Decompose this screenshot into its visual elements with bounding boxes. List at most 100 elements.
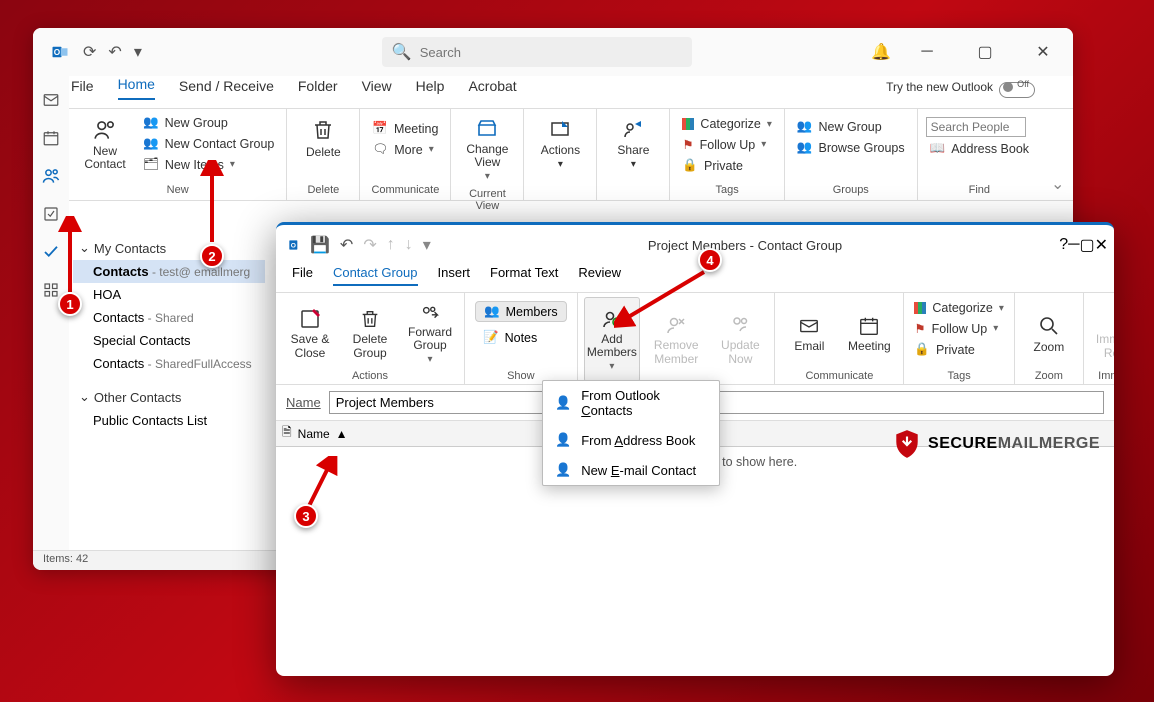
lock-icon: 🔒: [914, 342, 930, 357]
notes-button[interactable]: 📝Notes: [475, 328, 567, 347]
ribbon-collapse-icon[interactable]: ⌄: [1041, 168, 1073, 200]
mail-icon[interactable]: [39, 88, 63, 112]
share-button[interactable]: Share▾: [605, 113, 661, 174]
ribbon-group-groups: 👥New Group 👥Browse Groups Groups: [785, 109, 918, 200]
try-new-toggle[interactable]: Off: [999, 82, 1035, 98]
up-arrow-icon[interactable]: ↑: [387, 236, 395, 254]
tab-acrobat[interactable]: Acrobat: [468, 78, 516, 100]
search-people-input[interactable]: [926, 117, 1026, 137]
sync-icon[interactable]: ⟳: [83, 42, 96, 62]
group-label-delete: Delete: [295, 182, 351, 198]
address-book-button[interactable]: 📖Address Book: [926, 139, 1033, 158]
tasks-flag-icon[interactable]: [39, 202, 63, 226]
delete-group-button[interactable]: Delete Group: [342, 297, 398, 370]
contacts-shared-folder[interactable]: Contacts - Shared: [73, 306, 265, 329]
maximize-button[interactable]: ▢: [963, 37, 1007, 67]
ribbon-group-current-view: Change View Current View: [451, 109, 524, 200]
try-new-outlook: Try the new Outlook Off: [886, 80, 1035, 100]
child-tab-insert[interactable]: Insert: [438, 265, 471, 286]
tab-folder[interactable]: Folder: [298, 78, 338, 100]
new-contact-button[interactable]: New Contact: [77, 113, 133, 175]
other-contacts-header[interactable]: ⌄Other Contacts: [73, 385, 265, 409]
meeting-button[interactable]: Meeting: [841, 297, 897, 370]
notifications-bell-icon[interactable]: 🔔: [871, 42, 891, 62]
undo-icon[interactable]: ↶: [340, 235, 353, 255]
more-icon: 🗨: [372, 142, 388, 157]
remove-member-button[interactable]: Remove Member: [644, 297, 708, 382]
follow-up-button[interactable]: ⚑Follow Up: [678, 135, 775, 154]
follow-up-button[interactable]: ⚑Follow Up: [910, 319, 1007, 338]
new-contact-label: New Contact: [83, 145, 127, 171]
members-button[interactable]: 👥Members: [475, 301, 567, 322]
annotation-marker-2: 2: [200, 244, 224, 268]
forward-group-button[interactable]: Forward Group: [402, 297, 458, 370]
new-group-button-2[interactable]: 👥New Group: [793, 117, 909, 136]
new-group-button[interactable]: 👥New Group: [139, 113, 278, 132]
maximize-button[interactable]: ▢: [1079, 235, 1094, 255]
hoa-folder[interactable]: HOA: [73, 283, 265, 306]
tab-file[interactable]: File: [71, 78, 94, 100]
todo-check-icon[interactable]: [39, 240, 63, 264]
browse-groups-button[interactable]: 👥Browse Groups: [793, 138, 909, 157]
child-tab-review[interactable]: Review: [578, 265, 621, 286]
qat-dropdown-icon[interactable]: ▾: [134, 42, 142, 62]
tab-view[interactable]: View: [362, 78, 392, 100]
categorize-button[interactable]: Categorize: [910, 299, 1007, 317]
lock-icon: 🔒: [682, 158, 698, 173]
categorize-button[interactable]: Categorize: [678, 115, 775, 133]
ribbon-group-communicate: 📅Meeting 🗨More Communicate: [360, 109, 451, 200]
child-tab-contact-group[interactable]: Contact Group: [333, 265, 418, 286]
ribbon-tabs: File Home Send / Receive Folder View Hel…: [33, 76, 1073, 109]
actions-button[interactable]: Actions▾: [532, 113, 588, 174]
person-plus-icon: 👤: [555, 462, 571, 478]
contacts-folder-selected[interactable]: Contacts - test@ emailmerg: [73, 260, 265, 283]
help-button[interactable]: ?: [1059, 236, 1068, 254]
browse-icon: 👥: [797, 140, 813, 155]
private-button[interactable]: 🔒Private: [678, 156, 775, 175]
people-icon[interactable]: [39, 164, 63, 188]
my-contacts-header[interactable]: ⌄My Contacts: [73, 236, 265, 260]
special-contacts-folder[interactable]: Special Contacts: [73, 329, 265, 352]
name-label: Name: [286, 395, 321, 410]
meeting-button[interactable]: 📅Meeting: [368, 119, 442, 138]
tab-help[interactable]: Help: [416, 78, 445, 100]
tab-home[interactable]: Home: [118, 76, 155, 100]
outlook-app-icon: O: [51, 43, 69, 61]
save-icon[interactable]: 💾: [310, 235, 330, 255]
contacts-sfa-folder[interactable]: Contacts - SharedFullAccess: [73, 352, 265, 375]
new-items-button[interactable]: 🗂New Items: [139, 155, 278, 174]
delete-button[interactable]: Delete: [295, 113, 351, 163]
svg-text:O: O: [54, 48, 61, 57]
private-button[interactable]: 🔒Private: [910, 340, 1007, 359]
list-column-name[interactable]: Name: [298, 427, 330, 441]
more-button[interactable]: 🗨More: [368, 140, 442, 159]
update-now-button[interactable]: Update Now: [712, 297, 768, 382]
minimize-button[interactable]: ─: [1068, 236, 1079, 254]
down-arrow-icon[interactable]: ↓: [405, 236, 413, 254]
calendar-icon[interactable]: [39, 126, 63, 150]
dd-from-outlook-contacts[interactable]: 👤From Outlook Contacts: [543, 381, 719, 425]
change-view-button[interactable]: Change View: [459, 113, 515, 186]
close-button[interactable]: ✕: [1095, 235, 1108, 255]
redo-icon[interactable]: ↷: [363, 235, 376, 255]
minimize-button[interactable]: ─: [905, 37, 949, 67]
immersive-reader-button[interactable]: Immersive Reader: [1090, 297, 1114, 370]
public-contacts-list-folder[interactable]: Public Contacts List: [73, 409, 265, 432]
dd-from-address-book[interactable]: 👤From Address Book: [543, 425, 719, 455]
email-button[interactable]: Email: [781, 297, 837, 370]
dd-new-email-contact[interactable]: 👤New E-mail Contact: [543, 455, 719, 485]
add-members-button[interactable]: Add Members: [584, 297, 640, 382]
qat-dropdown-icon[interactable]: ▾: [423, 235, 431, 255]
new-items-icon: 🗂: [143, 157, 159, 172]
search-box[interactable]: 🔍: [382, 37, 692, 67]
zoom-button[interactable]: Zoom: [1021, 297, 1077, 370]
save-close-button[interactable]: Save & Close: [282, 297, 338, 370]
new-contact-group-button[interactable]: 👥New Contact Group: [139, 134, 278, 153]
child-tab-file[interactable]: File: [292, 265, 313, 286]
tab-send-receive[interactable]: Send / Receive: [179, 78, 274, 100]
ribbon: New Contact 👥New Group 👥New Contact Grou…: [69, 109, 1073, 201]
close-button[interactable]: ✕: [1021, 37, 1065, 67]
child-tab-format-text[interactable]: Format Text: [490, 265, 558, 286]
search-input[interactable]: [420, 45, 682, 60]
undo-icon[interactable]: ↶: [108, 42, 121, 62]
